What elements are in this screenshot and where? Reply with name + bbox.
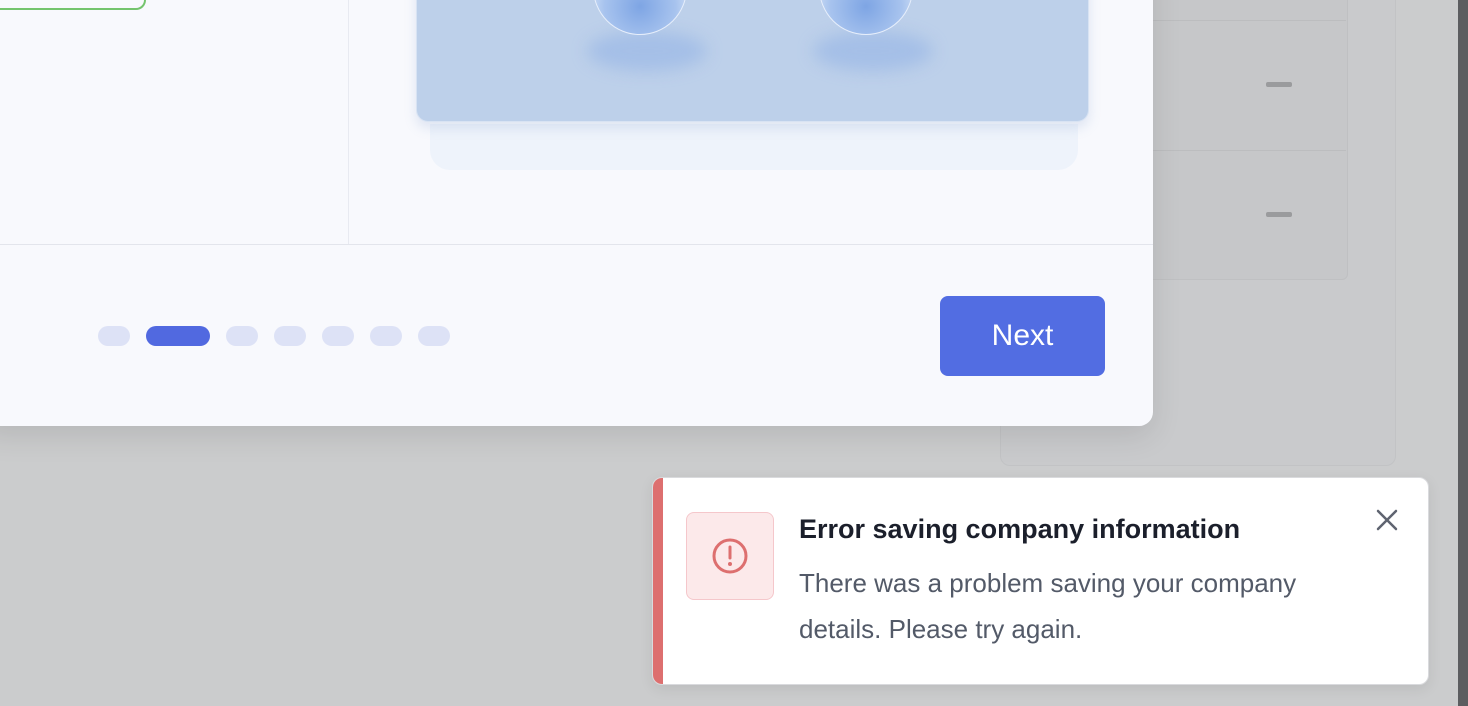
step-dot <box>226 326 258 346</box>
toast-accent-bar <box>653 478 663 684</box>
toast-title: Error saving company information <box>799 514 1241 544</box>
step-dot <box>370 326 402 346</box>
alert-circle-icon <box>712 538 748 574</box>
background-row-divider <box>1130 20 1346 21</box>
background-table <box>1130 0 1348 280</box>
window-edge <box>1458 0 1468 706</box>
illustration-shadow <box>430 124 1078 170</box>
orb-glow <box>587 31 707 71</box>
error-toast: Error saving company information There w… <box>652 477 1429 685</box>
step-dot <box>274 326 306 346</box>
step-illustration <box>416 0 1089 122</box>
close-icon <box>1376 509 1398 531</box>
onboarding-modal: Next <box>0 0 1153 426</box>
page: Next Error saving company information Th… <box>0 0 1468 706</box>
selected-option-outline <box>0 0 146 10</box>
pane-divider <box>348 0 349 244</box>
step-dot-active <box>146 326 210 346</box>
orb-glow <box>813 31 933 71</box>
row-menu-icon <box>1266 82 1294 88</box>
next-button[interactable]: Next <box>940 296 1105 376</box>
background-row-divider <box>1130 150 1346 151</box>
step-dot <box>98 326 130 346</box>
footer-divider <box>0 244 1153 245</box>
row-menu-icon <box>1266 212 1294 218</box>
step-indicator <box>98 326 450 346</box>
orb-shape <box>593 0 687 35</box>
toast-icon-container <box>686 512 774 600</box>
orb-shape <box>819 0 913 35</box>
step-dot <box>322 326 354 346</box>
toast-message: There was a problem saving your company … <box>799 568 1297 644</box>
toast-close-button[interactable] <box>1371 504 1403 536</box>
step-dot <box>418 326 450 346</box>
